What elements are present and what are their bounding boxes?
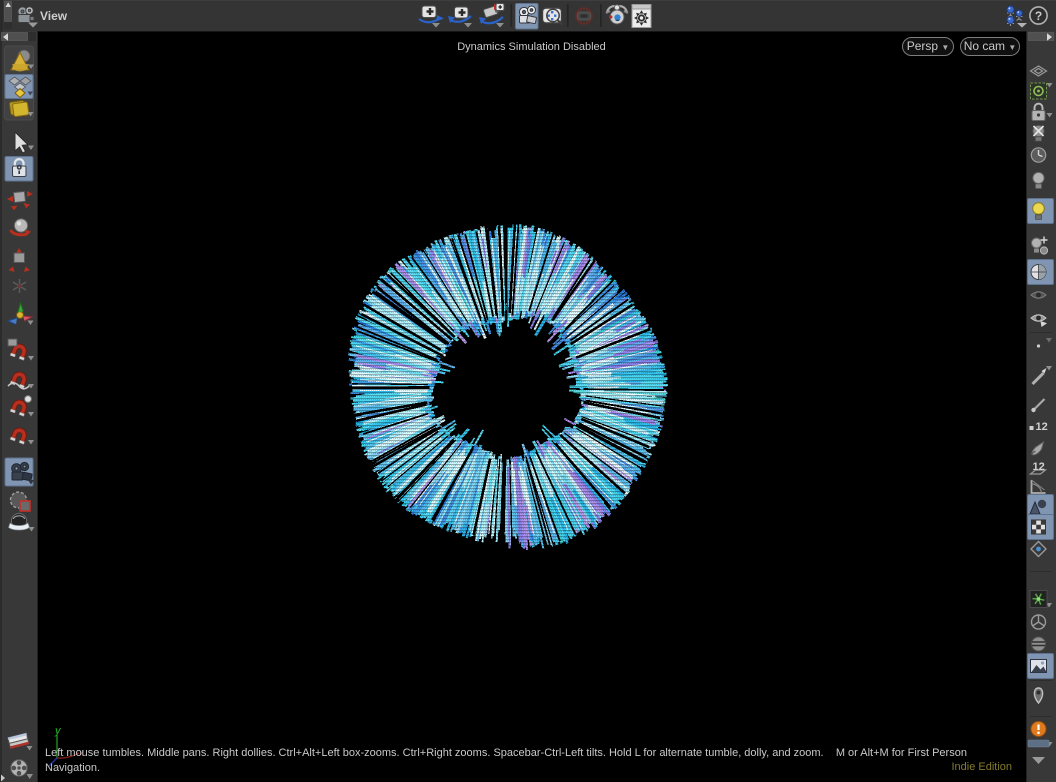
svg-text:12: 12 <box>1036 421 1048 433</box>
svg-text:?: ? <box>1035 9 1042 23</box>
svg-text:y: y <box>54 725 62 737</box>
svg-text:View: View <box>40 9 68 23</box>
svg-text:12: 12 <box>1033 461 1045 473</box>
